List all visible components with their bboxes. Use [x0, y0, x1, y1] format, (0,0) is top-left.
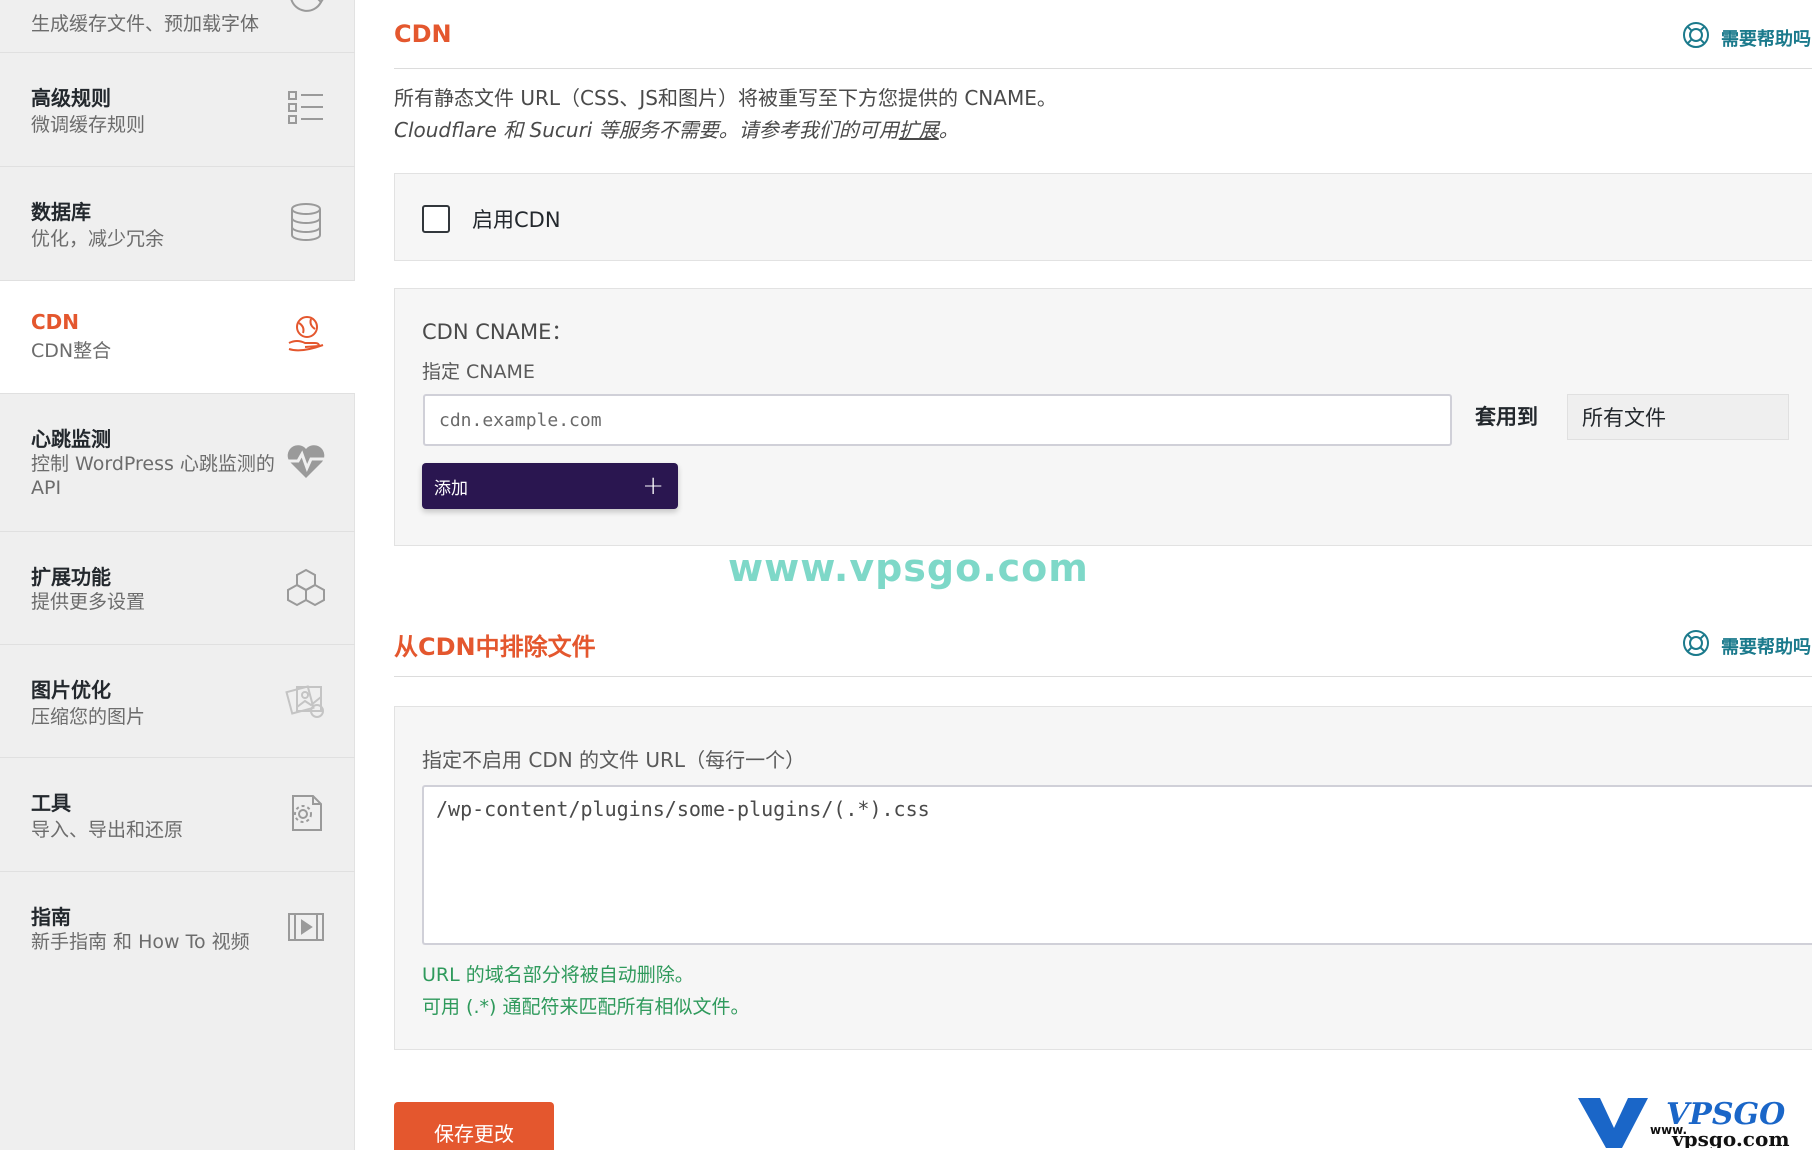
divider — [394, 68, 1812, 69]
cdn-desc-line2-end: 。 — [938, 118, 959, 142]
images-icon — [285, 679, 327, 721]
sidebar-item-sub: 压缩您的图片 — [31, 706, 146, 728]
sidebar-item-title: 数据库 — [31, 200, 91, 224]
exclude-files-panel: 指定不启用 CDN 的文件 URL（每行一个） /wp-content/plug… — [394, 706, 1812, 1050]
cubes-icon — [285, 566, 327, 608]
cdn-help-link[interactable]: 需要帮助吗 — [1681, 20, 1811, 55]
sidebar-item-sub: 微调缓存规则 — [31, 114, 146, 136]
enable-cdn-checkbox[interactable] — [422, 205, 450, 233]
sidebar-item-title: 心跳监测 — [31, 427, 111, 451]
sidebar-item-addons[interactable]: 扩展功能 提供更多设置 — [0, 532, 355, 645]
cname-subtitle: 指定 CNAME — [422, 361, 535, 383]
refresh-icon — [285, 0, 327, 30]
cdn-description: 所有静态文件 URL（CSS、JS和图片）将被重写至下方您提供的 CNAME。 … — [394, 82, 1057, 146]
sidebar-item-preload[interactable]: 生成缓存文件、预加载字体 — [0, 0, 355, 53]
sidebar-item-sub: 新手指南 和 How To 视频 — [31, 931, 250, 953]
cdn-desc-line1: 所有静态文件 URL（CSS、JS和图片）将被重写至下方您提供的 CNAME。 — [394, 86, 1057, 110]
hint-domain-removed: URL 的域名部分将被自动删除。 — [422, 964, 694, 986]
sidebar-item-advanced-rules[interactable]: 高级规则 微调缓存规则 — [0, 53, 355, 167]
video-icon — [285, 906, 327, 948]
sidebar-item-title: 工具 — [31, 791, 71, 815]
cname-title: CDN CNAME： — [422, 320, 573, 344]
cdn-desc-line2-text: Cloudflare 和 Sucuri 等服务不需要。请参考我们的可用 — [394, 118, 899, 142]
cdn-desc-line2: Cloudflare 和 Sucuri 等服务不需要。请参考我们的可用扩展。 — [394, 114, 1057, 146]
addons-link[interactable]: 扩展 — [899, 118, 939, 142]
exclude-section-title: 从CDN中排除文件 — [394, 633, 596, 661]
cname-input[interactable]: cdn.example.com — [423, 394, 1452, 446]
help-text: 需要帮助吗 — [1721, 28, 1811, 50]
divider — [394, 676, 1812, 677]
svg-text:vpsgo.com: vpsgo.com — [1671, 1127, 1789, 1148]
plus-icon: + — [642, 471, 664, 501]
exclude-field-label: 指定不启用 CDN 的文件 URL（每行一个） — [422, 748, 806, 772]
sidebar-item-tools[interactable]: 工具 导入、导出和还原 — [0, 758, 355, 872]
enable-cdn-label[interactable]: 启用CDN — [472, 204, 561, 234]
sidebar-item-title: 高级规则 — [31, 86, 111, 110]
database-icon — [285, 201, 327, 243]
sidebar-item-title: 指南 — [31, 905, 71, 929]
sidebar-item-title: CDN — [31, 310, 80, 334]
sidebar-item-guide[interactable]: 指南 新手指南 和 How To 视频 — [0, 872, 355, 986]
hint-wildcard: 可用 (.*) 通配符来匹配所有相似文件。 — [422, 996, 750, 1018]
apply-to-label: 套用到 — [1475, 405, 1538, 429]
sidebar: 生成缓存文件、预加载字体 高级规则 微调缓存规则 数据库 优化，减少冗余 CDN… — [0, 0, 355, 1150]
heartbeat-icon — [285, 440, 327, 482]
cdn-cname-panel: CDN CNAME： 指定 CNAME cdn.example.com 套用到 … — [394, 288, 1812, 546]
sidebar-item-image-optimization[interactable]: 图片优化 压缩您的图片 — [0, 645, 355, 758]
help-lifebuoy-icon — [1681, 628, 1711, 663]
sidebar-item-sub: 优化，减少冗余 — [31, 228, 165, 250]
enable-cdn-panel: 启用CDN — [394, 173, 1812, 261]
help-text: 需要帮助吗 — [1721, 636, 1811, 658]
save-changes-button[interactable]: 保存更改 — [394, 1102, 554, 1150]
vpsgo-logo: VPSGO www. vpsgo.com — [1578, 1092, 1808, 1150]
watermark-text: www.vpsgo.com — [728, 546, 1089, 590]
sidebar-item-sub: 提供更多设置 — [31, 591, 146, 613]
sidebar-item-sub: CDN整合 — [31, 340, 112, 362]
sidebar-item-sub: 控制 WordPress 心跳监测的 API — [31, 453, 275, 499]
help-lifebuoy-icon — [1681, 20, 1711, 55]
sidebar-item-title: 图片优化 — [31, 678, 111, 702]
add-cname-button[interactable]: 添加 + — [422, 463, 678, 509]
add-button-label: 添加 — [434, 478, 468, 499]
apply-to-select[interactable]: 所有文件 — [1567, 394, 1789, 440]
sidebar-item-database[interactable]: 数据库 优化，减少冗余 — [0, 167, 355, 281]
cdn-section-title: CDN — [394, 20, 452, 48]
exclude-help-link[interactable]: 需要帮助吗 — [1681, 628, 1811, 663]
exclude-urls-textarea[interactable]: /wp-content/plugins/some-plugins/(.*).cs… — [422, 785, 1812, 945]
sidebar-item-heartbeat[interactable]: 心跳监测 控制 WordPress 心跳监测的 API — [0, 394, 355, 532]
file-gear-icon — [285, 792, 327, 834]
sidebar-item-sub: 导入、导出和还原 — [31, 819, 184, 841]
sidebar-item-sub: 生成缓存文件、预加载字体 — [31, 13, 260, 35]
sidebar-item-cdn[interactable]: CDN CDN整合 — [0, 281, 355, 394]
sidebar-item-title: 扩展功能 — [31, 565, 111, 589]
cdn-hand-globe-icon — [285, 313, 327, 355]
list-icon — [285, 87, 327, 129]
